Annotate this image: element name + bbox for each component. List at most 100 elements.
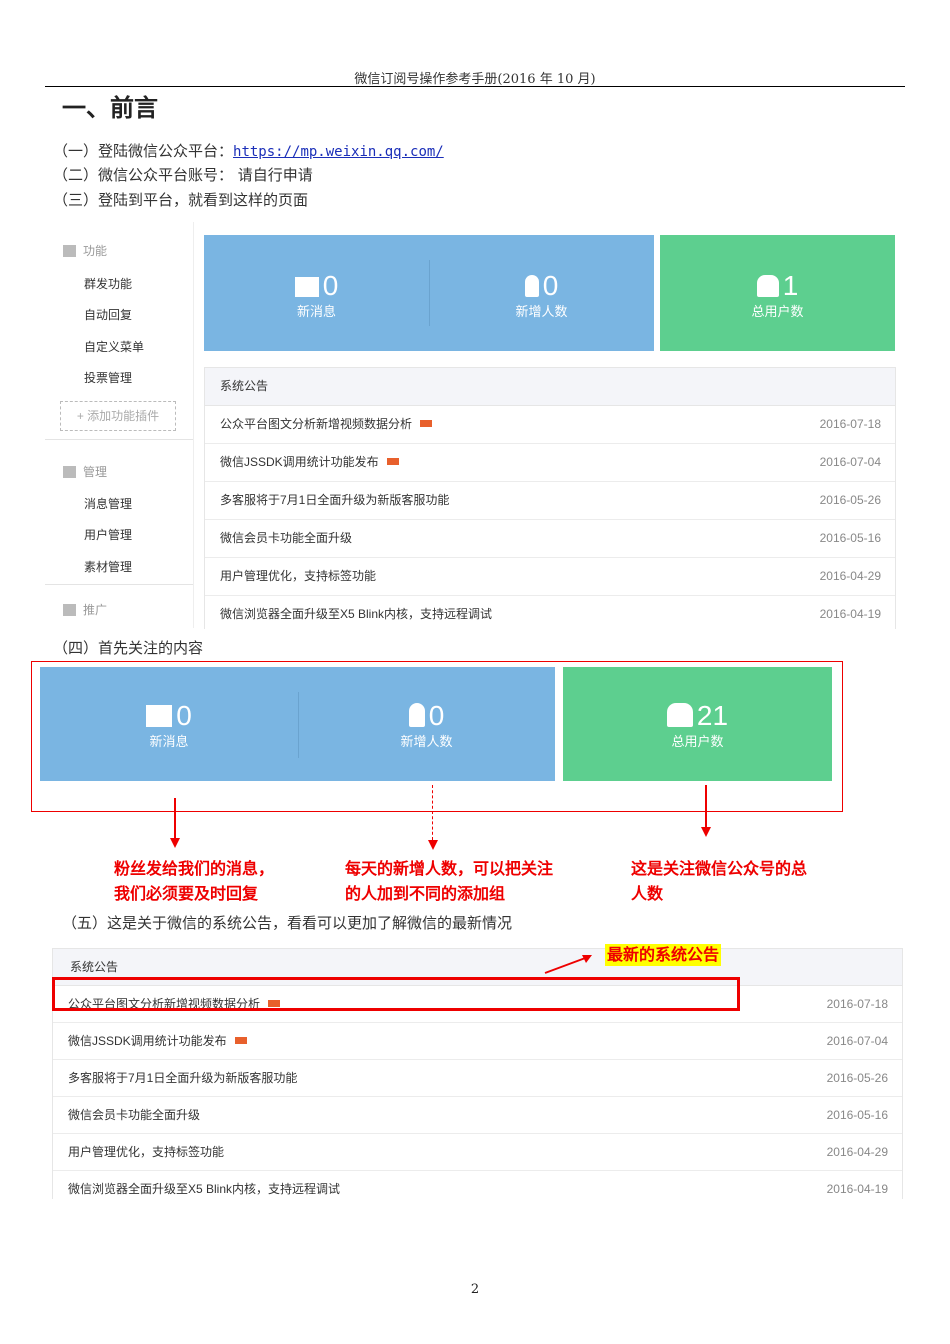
notice-date: 2016-04-29: [826, 1145, 888, 1159]
notice-title[interactable]: 公众平台图文分析新增视频数据分析: [220, 417, 412, 431]
note-line: 我们必须要及时回复: [114, 884, 259, 903]
sidebar-item[interactable]: 投票管理: [84, 369, 132, 386]
line-1-text: （一）登陆微信公众平台：: [53, 142, 234, 160]
notice-date: 2016-05-26: [826, 1071, 888, 1085]
stat-value: 0: [428, 700, 445, 731]
notice-date: 2016-05-16: [826, 1108, 888, 1122]
notice-row[interactable]: 微信会员卡功能全面升级 2016-05-16: [53, 1097, 902, 1134]
notice-row[interactable]: 用户管理优化，支持标签功能 2016-04-29: [205, 558, 895, 596]
line-3: （三）登陆到平台，就看到这样的页面: [53, 191, 309, 209]
notice-row[interactable]: 微信会员卡功能全面升级 2016-05-16: [205, 520, 895, 558]
sidebar: 功能 群发功能 自动回复 自定义菜单 投票管理 + 添加功能插件 管理 消息管理…: [45, 222, 194, 628]
notice-date: 2016-07-04: [819, 455, 881, 469]
note-new-users: 每天的新增人数，可以把关注 的人加到不同的添加组: [345, 856, 553, 906]
stat-total-users[interactable]: 21 总用户数: [563, 667, 832, 781]
new-badge-icon: [386, 458, 399, 465]
notices-panel: 系统公告 公众平台图文分析新增视频数据分析 2016-07-18 微信JSSDK调用…: [204, 367, 896, 629]
line-1: （一）登陆微信公众平台：https://mp.weixin.qq.com/: [53, 140, 444, 161]
group-label: 推广: [83, 603, 108, 617]
notice-date: 2016-05-16: [819, 531, 881, 545]
stat-label: 新增人数: [400, 734, 453, 749]
sidebar-item[interactable]: 群发功能: [84, 275, 132, 292]
arrow-head-icon: [701, 827, 711, 837]
notice-title[interactable]: 微信浏览器全面升级至X5 Blink内核，支持远程调试: [220, 607, 492, 621]
stat-new-users[interactable]: 0 新增人数: [429, 271, 654, 320]
pointer-arrow-icon: [544, 955, 592, 974]
latest-notice-highlight: [52, 977, 740, 1011]
notice-title[interactable]: 微信浏览器全面升级至X5 Blink内核，支持远程调试: [68, 1182, 340, 1196]
notice-date: 2016-07-18: [826, 997, 888, 1011]
notice-date: 2016-05-26: [819, 493, 881, 507]
notice-title[interactable]: 用户管理优化，支持标签功能: [68, 1145, 224, 1159]
note-total-users: 这是关注微信公众号的总 人数: [631, 856, 807, 906]
platform-link[interactable]: https://mp.weixin.qq.com/: [233, 144, 444, 160]
notice-title[interactable]: 多客服将于7月1日全面升级为新版客服功能: [220, 493, 449, 507]
sidebar-item[interactable]: 用户管理: [84, 526, 132, 543]
user-icon: [524, 275, 539, 297]
inbox-icon: [63, 466, 76, 478]
notice-row[interactable]: 公众平台图文分析新增视频数据分析 2016-07-18: [205, 406, 895, 444]
notice-row[interactable]: 用户管理优化，支持标签功能 2016-04-29: [53, 1134, 902, 1171]
stats-blue-card: 0 新消息 0 新增人数: [40, 667, 555, 781]
notice-row[interactable]: 多客服将于7月1日全面升级为新版客服功能 2016-05-26: [53, 1060, 902, 1097]
divider: [45, 439, 193, 440]
group-label: 管理: [83, 465, 108, 479]
stat-label: 新消息: [296, 304, 336, 319]
add-plugin-button[interactable]: + 添加功能插件: [60, 401, 176, 431]
stat-total-users[interactable]: 1 总用户数: [660, 235, 895, 351]
note-line: 这是关注微信公众号的总: [631, 859, 808, 878]
stats-blue-card: 0 新消息 0 新增人数: [204, 235, 654, 351]
stat-label: 总用户数: [671, 734, 724, 749]
notice-title[interactable]: 微信会员卡功能全面升级: [68, 1108, 200, 1122]
chat-bubble-icon: [146, 705, 173, 727]
stat-value: 0: [542, 270, 559, 301]
sidebar-item[interactable]: 素材管理: [84, 558, 132, 575]
new-badge-icon: [234, 1037, 247, 1044]
notice-row[interactable]: 微信JSSDK调用统计功能发布 2016-07-04: [53, 1023, 902, 1060]
running-header: 微信订阅号操作参考手册(2016 年 10 月): [354, 72, 596, 87]
notice-title[interactable]: 微信JSSDK调用统计功能发布: [220, 455, 379, 469]
arrow-line: [432, 785, 433, 840]
notices-title: 系统公告: [205, 368, 895, 406]
notice-date: 2016-04-19: [826, 1182, 888, 1196]
sidebar-group-promote: 推广: [63, 601, 107, 618]
latest-label: 最新的系统公告: [605, 944, 722, 966]
sidebar-item[interactable]: 自动回复: [84, 306, 132, 323]
users-icon: [666, 703, 693, 727]
grid-icon: [63, 245, 76, 257]
notice-row[interactable]: 微信浏览器全面升级至X5 Blink内核，支持远程调试 2016-04-19: [53, 1171, 902, 1199]
notice-title[interactable]: 多客服将于7月1日全面升级为新版客服功能: [68, 1071, 297, 1085]
stat-new-messages[interactable]: 0 新消息: [204, 271, 429, 320]
notice-row[interactable]: 微信JSSDK调用统计功能发布 2016-07-04: [205, 444, 895, 482]
user-icon: [408, 703, 425, 727]
arrow-head-icon: [170, 838, 180, 848]
arrow-line: [705, 785, 707, 827]
notice-title[interactable]: 微信会员卡功能全面升级: [220, 531, 352, 545]
section-4: （四）首先关注的内容: [53, 639, 204, 657]
notice-date: 2016-04-19: [819, 607, 881, 621]
sidebar-item[interactable]: 自定义菜单: [84, 338, 144, 355]
stat-label: 新消息: [149, 734, 189, 749]
sidebar-item[interactable]: 消息管理: [84, 495, 132, 512]
stat-new-messages[interactable]: 0 新消息: [40, 701, 298, 750]
notice-title[interactable]: 用户管理优化，支持标签功能: [220, 569, 376, 583]
stat-new-users[interactable]: 0 新增人数: [298, 701, 555, 750]
stat-label: 新增人数: [515, 304, 568, 319]
notice-row[interactable]: 微信浏览器全面升级至X5 Blink内核，支持远程调试 2016-04-19: [205, 596, 895, 629]
users-icon: [756, 275, 779, 297]
chat-bubble-icon: [294, 277, 319, 297]
sidebar-group-manage: 管理: [63, 463, 107, 480]
notice-title[interactable]: 微信JSSDK调用统计功能发布: [68, 1034, 227, 1048]
note-line: 人数: [631, 884, 664, 903]
stat-value: 0: [176, 700, 192, 731]
group-label: 功能: [83, 244, 108, 258]
stat-label: 总用户数: [751, 304, 804, 319]
stat-value: 0: [322, 270, 339, 301]
notice-row[interactable]: 多客服将于7月1日全面升级为新版客服功能 2016-05-26: [205, 482, 895, 520]
section-title: 一、前言: [62, 94, 158, 122]
header-rule: [45, 86, 905, 87]
note-line: 粉丝发给我们的消息，: [114, 859, 275, 878]
sidebar-group-function: 功能: [63, 242, 107, 259]
arrow-line: [174, 798, 176, 838]
note-messages: 粉丝发给我们的消息， 我们必须要及时回复: [114, 856, 274, 906]
